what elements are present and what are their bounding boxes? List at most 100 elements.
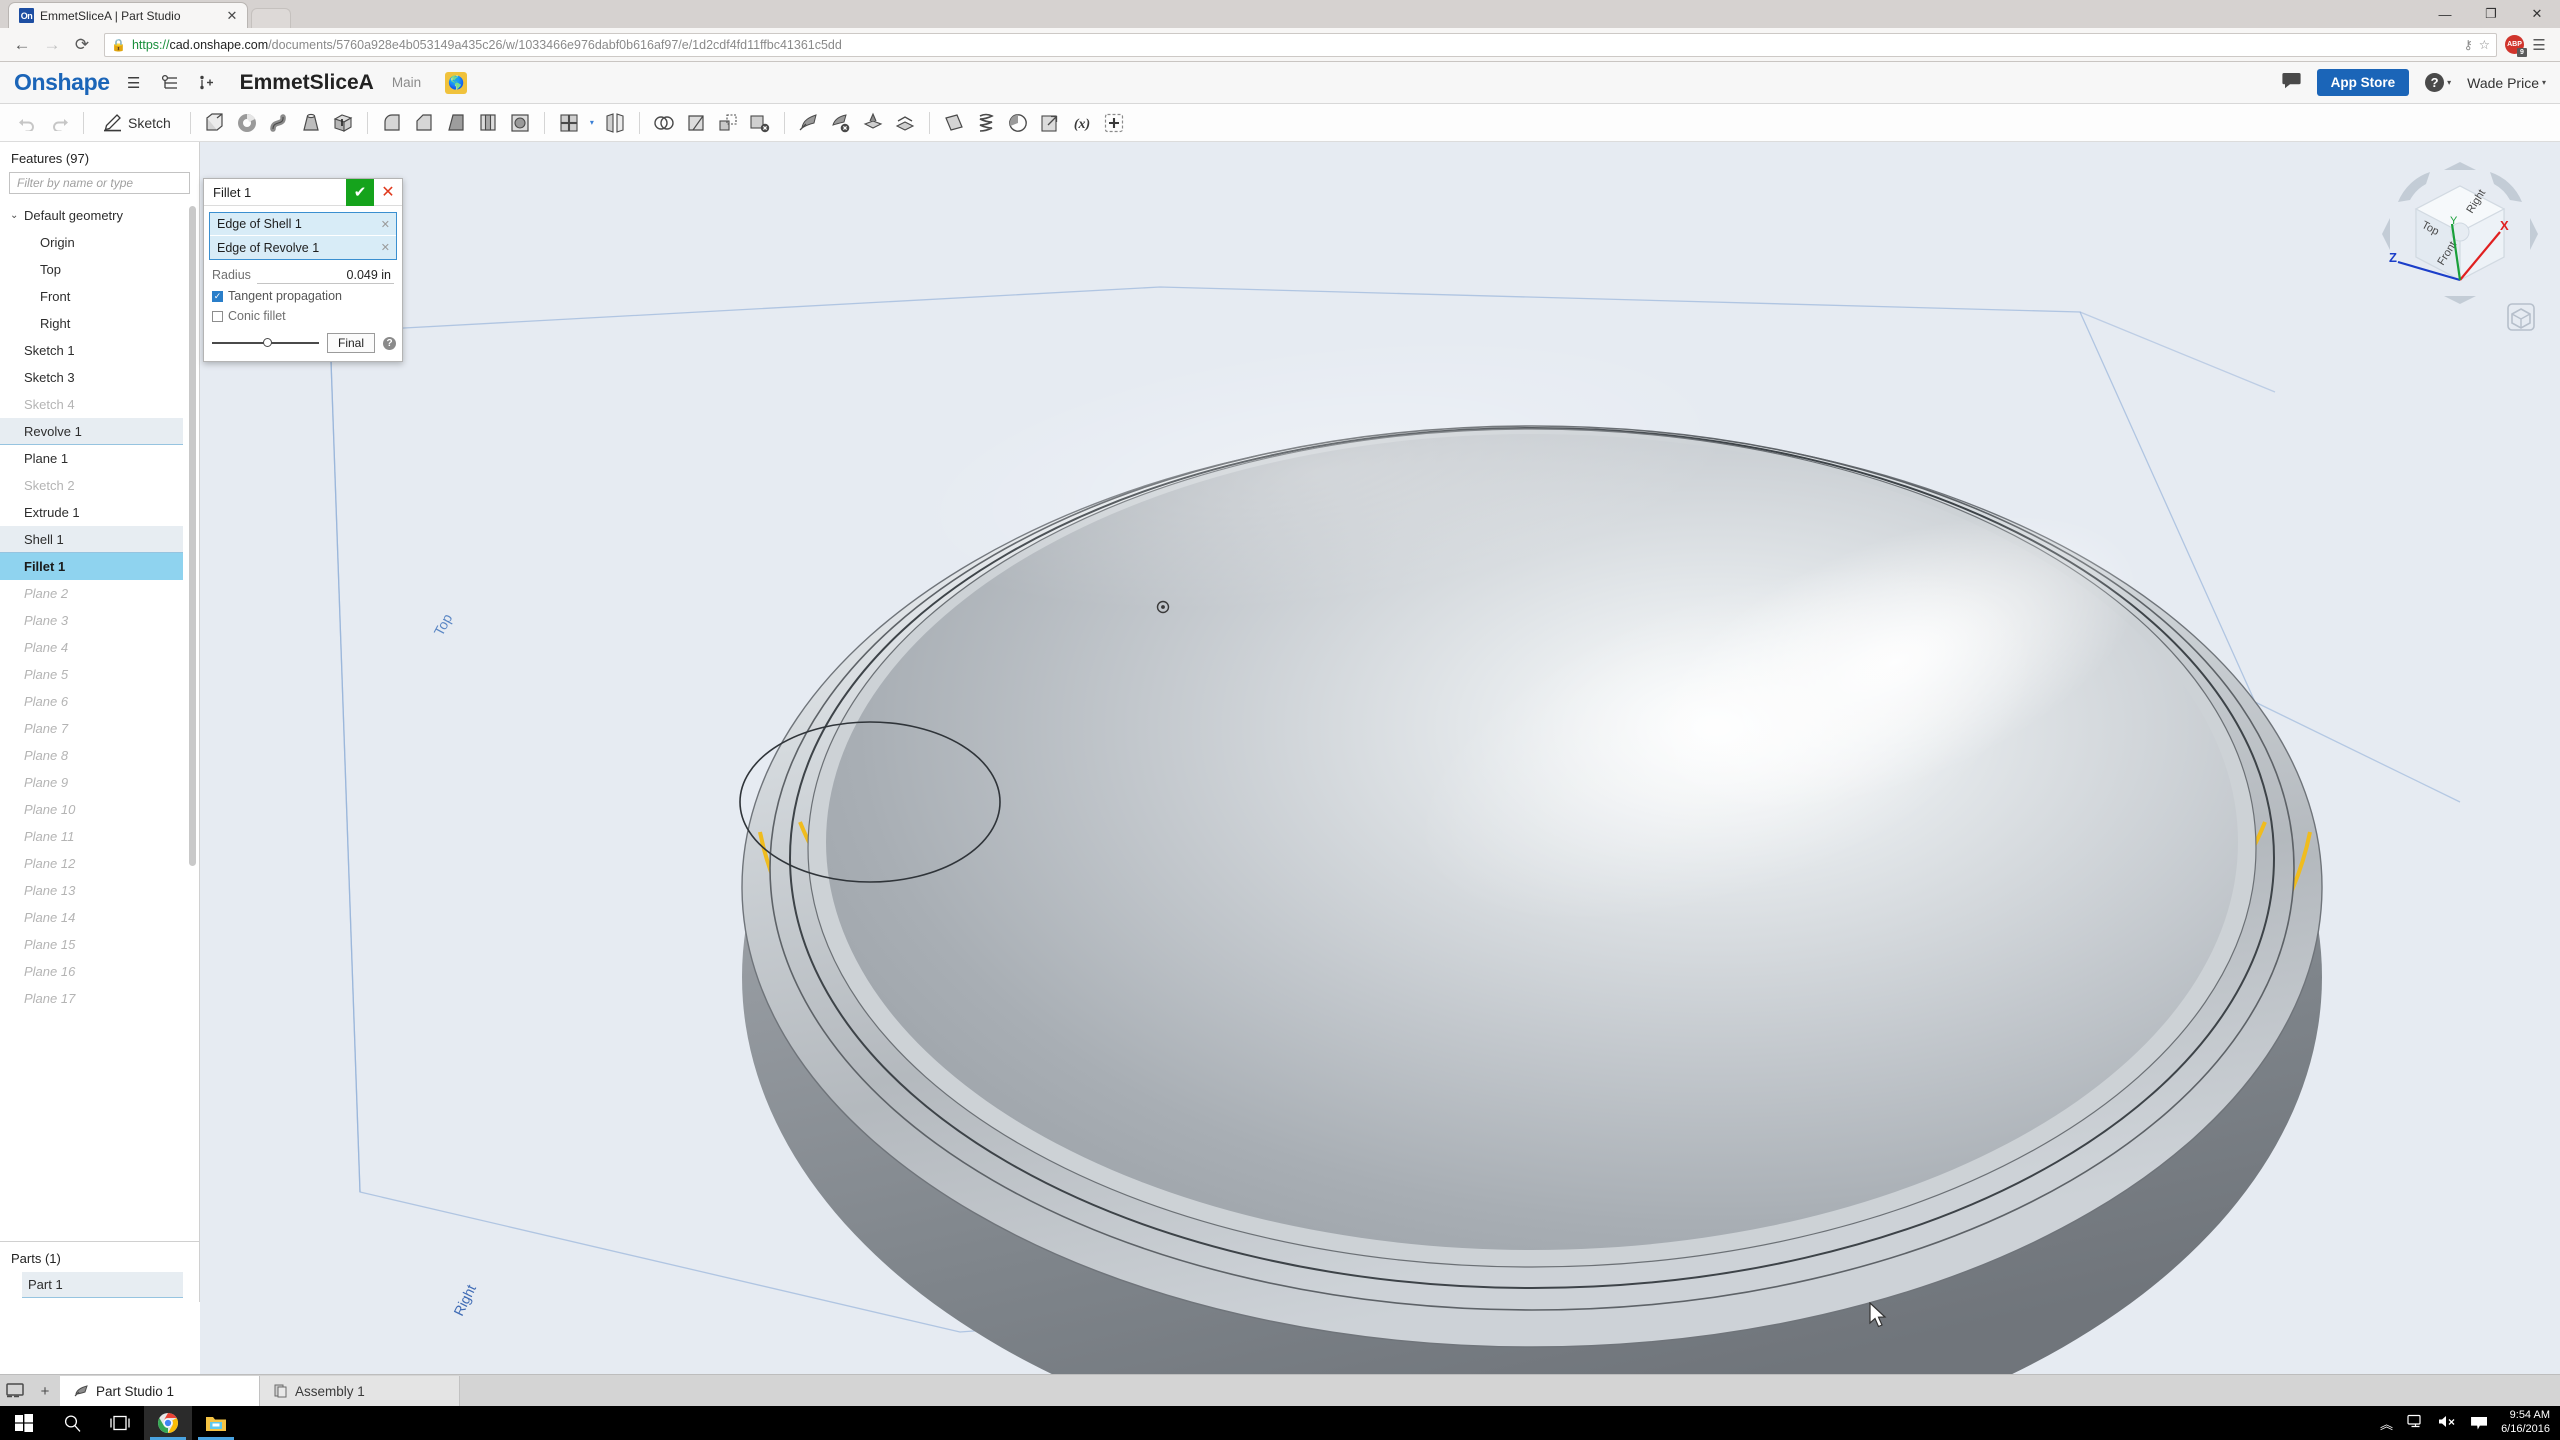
graphics-viewport[interactable]: Top Right Top Right Front Z X Y <box>200 142 2560 1374</box>
plane-icon[interactable] <box>939 108 969 138</box>
app-store-button[interactable]: App Store <box>2316 69 2410 96</box>
address-bar[interactable]: 🔒 https://cad.onshape.com/documents/5760… <box>104 32 2497 57</box>
tree-node-feature[interactable]: Plane 7 <box>0 715 199 742</box>
forward-icon[interactable]: → <box>38 31 66 59</box>
maximize-button[interactable]: ❐ <box>2468 0 2514 28</box>
close-window-button[interactable]: ✕ <box>2514 0 2560 28</box>
tree-node-feature[interactable]: Plane 9 <box>0 769 199 796</box>
comment-icon[interactable] <box>2282 72 2301 94</box>
extrude-icon[interactable] <box>200 108 230 138</box>
action-center-icon[interactable] <box>2471 1416 2488 1430</box>
onshape-logo[interactable]: Onshape <box>14 69 110 96</box>
replace-face-icon[interactable] <box>858 108 888 138</box>
tree-node-feature[interactable]: Sketch 1 <box>0 337 199 364</box>
tree-node-top-plane[interactable]: Top <box>0 256 199 283</box>
split-icon[interactable] <box>681 108 711 138</box>
workspace-branch-label[interactable]: Main <box>392 75 421 90</box>
add-custom-feature-icon[interactable] <box>1099 108 1129 138</box>
shell-icon[interactable] <box>505 108 535 138</box>
fillet-icon[interactable] <box>377 108 407 138</box>
tray-expand-icon[interactable]: ︽ <box>2380 1414 2393 1433</box>
chevron-down-icon[interactable]: ⌄ <box>10 210 24 221</box>
variable-icon[interactable]: (x) <box>1067 108 1097 138</box>
tree-node-feature[interactable]: Plane 13 <box>0 877 199 904</box>
taskbar-file-explorer-button[interactable] <box>192 1406 240 1440</box>
selection-item[interactable]: Edge of Revolve 1 ✕ <box>210 236 396 259</box>
tree-node-feature[interactable]: Plane 12 <box>0 850 199 877</box>
back-icon[interactable]: ← <box>8 31 36 59</box>
search-button[interactable] <box>48 1406 96 1440</box>
pattern-dropdown-icon[interactable]: ▾ <box>586 118 598 127</box>
tree-node-feature[interactable]: Plane 1 <box>0 445 199 472</box>
slider-handle[interactable] <box>263 338 273 347</box>
help-icon[interactable]: ? <box>383 336 396 350</box>
adblock-extension-icon[interactable]: ABP 9 <box>2505 35 2527 57</box>
password-key-icon[interactable]: ⚷ <box>2464 37 2473 52</box>
fillet-dialog[interactable]: Fillet 1 ✔ ✕ Edge of Shell 1 ✕ Edge of R… <box>203 178 403 362</box>
tree-node-feature[interactable]: Extrude 1 <box>0 499 199 526</box>
browser-menu-icon[interactable]: ☰ <box>2526 32 2552 58</box>
network-icon[interactable] <box>2407 1414 2424 1432</box>
mirror-icon[interactable] <box>600 108 630 138</box>
thicken-icon[interactable] <box>328 108 358 138</box>
minimize-button[interactable]: — <box>2422 0 2468 28</box>
insert-branch-icon[interactable] <box>194 71 218 95</box>
reload-icon[interactable]: ⟳ <box>68 31 96 59</box>
boolean-icon[interactable] <box>649 108 679 138</box>
loft-icon[interactable] <box>296 108 326 138</box>
tree-node-feature[interactable]: Plane 4 <box>0 634 199 661</box>
remove-selection-icon[interactable]: ✕ <box>381 241 390 254</box>
transform-icon[interactable] <box>713 108 743 138</box>
view-cube[interactable]: Top Right Front Z X Y <box>2380 154 2540 314</box>
confirm-button[interactable]: ✔ <box>346 178 374 206</box>
tree-node-feature[interactable]: Plane 15 <box>0 931 199 958</box>
tree-node-feature[interactable]: Sketch 4 <box>0 391 199 418</box>
final-button[interactable]: Final <box>326 333 375 353</box>
tree-node-feature[interactable]: Plane 10 <box>0 796 199 823</box>
tree-node-feature[interactable]: Plane 5 <box>0 661 199 688</box>
curve-pattern-icon[interactable] <box>1003 108 1033 138</box>
move-face-icon[interactable] <box>794 108 824 138</box>
tree-node-feature[interactable]: Plane 3 <box>0 607 199 634</box>
tree-node-default-geometry[interactable]: ⌄ Default geometry <box>0 202 199 229</box>
tree-node-feature[interactable]: Sketch 3 <box>0 364 199 391</box>
tab-part-studio-1[interactable]: Part Studio 1 <box>60 1376 260 1406</box>
tree-node-feature[interactable]: Plane 14 <box>0 904 199 931</box>
tree-node-feature[interactable]: Revolve 1 <box>0 418 183 445</box>
sweep-icon[interactable] <box>264 108 294 138</box>
revolve-icon[interactable] <box>232 108 262 138</box>
close-tab-icon[interactable]: ✕ <box>225 9 239 23</box>
remove-selection-icon[interactable]: ✕ <box>381 218 390 231</box>
tree-node-feature[interactable]: Plane 2 <box>0 580 199 607</box>
tree-node-feature[interactable]: Plane 6 <box>0 688 199 715</box>
start-button[interactable] <box>0 1406 48 1440</box>
delete-part-icon[interactable] <box>745 108 775 138</box>
cancel-button[interactable]: ✕ <box>374 179 402 206</box>
tree-node-feature-selected[interactable]: Fillet 1 <box>0 553 183 580</box>
browser-tab[interactable]: On EmmetSliceA | Part Studio ✕ <box>8 2 248 28</box>
taskbar-clock[interactable]: 9:54 AM 6/16/2016 <box>2501 1409 2550 1437</box>
radius-input[interactable]: 0.049 in <box>256 268 394 284</box>
edge-selection-list[interactable]: Edge of Shell 1 ✕ Edge of Revolve 1 ✕ <box>209 212 397 260</box>
redo-icon[interactable] <box>44 108 74 138</box>
bookmark-star-icon[interactable]: ☆ <box>2479 37 2490 52</box>
selection-item[interactable]: Edge of Shell 1 ✕ <box>210 213 396 236</box>
document-menu-icon[interactable]: ☰ <box>122 71 146 95</box>
volume-muted-icon[interactable] <box>2438 1414 2457 1432</box>
undo-icon[interactable] <box>12 108 42 138</box>
tree-node-feature[interactable]: Plane 8 <box>0 742 199 769</box>
tree-node-feature[interactable]: Plane 16 <box>0 958 199 985</box>
tree-node-feature[interactable]: Plane 17 <box>0 985 199 1012</box>
public-globe-icon[interactable]: 🌎 <box>445 71 468 94</box>
tree-node-feature[interactable]: Shell 1 <box>0 526 183 553</box>
help-menu-button[interactable]: ? ▾ <box>2425 73 2451 92</box>
rib-icon[interactable] <box>473 108 503 138</box>
preview-quality-slider[interactable] <box>212 337 319 349</box>
conic-fillet-checkbox[interactable]: Conic fillet <box>204 306 402 326</box>
offset-face-icon[interactable] <box>890 108 920 138</box>
tree-node-front-plane[interactable]: Front <box>0 283 199 310</box>
sketch-button[interactable]: Sketch <box>93 108 181 138</box>
tab-assembly-1[interactable]: Assembly 1 <box>260 1376 460 1406</box>
tree-node-origin[interactable]: Origin <box>0 229 199 256</box>
linear-pattern-icon[interactable] <box>554 108 584 138</box>
